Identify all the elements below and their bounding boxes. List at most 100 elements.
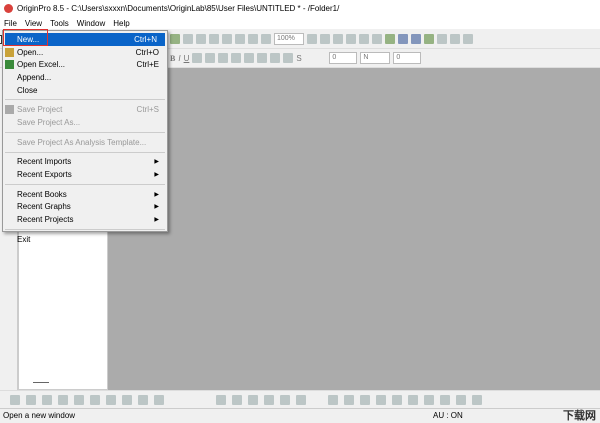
- line-symbol-icon[interactable]: [42, 394, 52, 405]
- align-top-icon[interactable]: [360, 394, 370, 405]
- submenu-arrow-icon: ▶: [154, 217, 159, 224]
- notes-icon[interactable]: [346, 34, 356, 44]
- menu-item-open-excel[interactable]: Open Excel... Ctrl+E: [3, 58, 167, 71]
- 2d-graphs-toolbar: [0, 390, 600, 408]
- fill-color-icon[interactable]: [270, 53, 281, 63]
- menu-item-append[interactable]: Append...: [3, 71, 167, 84]
- menu-item-label: Save Project: [17, 105, 63, 115]
- arrange-icon[interactable]: [472, 394, 482, 405]
- menu-separator: [5, 228, 165, 230]
- menu-item-close[interactable]: Close: [3, 84, 167, 97]
- refresh-icon[interactable]: [248, 34, 258, 44]
- multi-panel-icon[interactable]: [74, 394, 84, 405]
- command-window-icon[interactable]: [411, 34, 421, 44]
- new-document-icon: [0, 34, 2, 44]
- image-icon[interactable]: [296, 394, 306, 405]
- border-color-select[interactable]: N: [360, 52, 391, 64]
- file-menu-dropdown: New... Ctrl+N Open... Ctrl+O Open Excel...…: [0, 30, 168, 244]
- menu-bar: File View Tools Window Help: [0, 17, 600, 29]
- template-library-icon[interactable]: [154, 394, 164, 405]
- ungroup-icon[interactable]: [408, 394, 418, 405]
- status-bar: Open a new window AU : ON 下载网: [0, 408, 600, 422]
- matrix-icon[interactable]: [280, 394, 290, 405]
- menu-item-recent-imports[interactable]: Recent Imports ▶: [3, 156, 167, 169]
- menu-item-exit[interactable]: Exit: [3, 233, 167, 246]
- add-column-icon[interactable]: [437, 34, 447, 44]
- workspace-area[interactable]: [108, 68, 600, 390]
- align-bottom-icon[interactable]: [376, 394, 386, 405]
- menu-item-save-project-as: Save Project As...: [3, 116, 167, 129]
- menu-item-label: Recent Books: [17, 189, 67, 199]
- subscript-icon[interactable]: [205, 53, 216, 63]
- grid-icon[interactable]: [463, 34, 473, 44]
- menu-separator: [5, 151, 165, 153]
- 3d-plot-icon[interactable]: [216, 394, 226, 405]
- code-builder-icon[interactable]: [424, 34, 434, 44]
- title-bar: OriginPro 8.5 - C:\Users\sxxxn\Documents…: [0, 0, 600, 17]
- save-icon[interactable]: [183, 34, 193, 44]
- menu-item-recent-exports[interactable]: Recent Exports ▶: [3, 168, 167, 181]
- statistics-icon[interactable]: [90, 394, 100, 405]
- group-icon[interactable]: [392, 394, 402, 405]
- menu-item-save-project: Save Project Ctrl+S: [3, 103, 167, 116]
- menu-window[interactable]: Window: [73, 19, 109, 28]
- line-plot-icon[interactable]: [10, 394, 20, 405]
- pattern-width-select[interactable]: 0: [393, 52, 422, 64]
- 3d-bar-icon[interactable]: [248, 394, 258, 405]
- greek-icon[interactable]: [218, 53, 229, 63]
- shortcut: Ctrl+O: [135, 47, 159, 57]
- contour-icon[interactable]: [122, 394, 132, 405]
- layout-icon[interactable]: [450, 34, 460, 44]
- align-left-icon[interactable]: [328, 394, 338, 405]
- open-folder-icon: [5, 47, 14, 57]
- tree-icon[interactable]: [372, 34, 382, 44]
- save-template-icon[interactable]: [196, 34, 206, 44]
- menu-item-open[interactable]: Open... Ctrl+O: [3, 46, 167, 59]
- column-plot-icon[interactable]: [58, 394, 68, 405]
- status-message: Open a new window: [3, 410, 76, 420]
- layer-icon[interactable]: [456, 394, 466, 405]
- align-right-icon[interactable]: [344, 394, 354, 405]
- bold-icon[interactable]: B: [170, 54, 175, 63]
- italic-icon[interactable]: I: [178, 54, 180, 63]
- line-style-select[interactable]: S: [296, 54, 326, 63]
- menu-file[interactable]: File: [0, 19, 21, 28]
- line-color-icon[interactable]: [283, 53, 294, 63]
- menu-item-recent-books[interactable]: Recent Books ▶: [3, 188, 167, 201]
- font-color-icon[interactable]: [257, 53, 268, 63]
- submenu-arrow-icon: ▶: [154, 159, 159, 166]
- align-icon[interactable]: [244, 53, 255, 63]
- 3d-surface-icon[interactable]: [232, 394, 242, 405]
- film-icon[interactable]: [235, 34, 245, 44]
- list-icon[interactable]: [359, 34, 369, 44]
- copy-page-icon[interactable]: [320, 34, 330, 44]
- menu-tools[interactable]: Tools: [46, 19, 73, 28]
- back-icon[interactable]: [440, 394, 450, 405]
- au-status: AU : ON: [433, 410, 463, 420]
- superscript-icon[interactable]: [192, 53, 203, 63]
- specialized-icon[interactable]: [138, 394, 148, 405]
- line-width-select[interactable]: 0: [329, 52, 358, 64]
- area-plot-icon[interactable]: [106, 394, 116, 405]
- menu-item-recent-graphs[interactable]: Recent Graphs ▶: [3, 201, 167, 214]
- print-icon[interactable]: [307, 34, 317, 44]
- results-log-icon[interactable]: [398, 34, 408, 44]
- menu-item-recent-projects[interactable]: Recent Projects ▶: [3, 213, 167, 226]
- menu-separator: [5, 183, 165, 185]
- toolbar-icon[interactable]: [170, 34, 180, 44]
- front-icon[interactable]: [424, 394, 434, 405]
- import-icon[interactable]: [209, 34, 219, 44]
- project-explorer-icon[interactable]: [385, 34, 395, 44]
- underline-icon[interactable]: U: [184, 54, 190, 63]
- menu-item-label: Recent Exports: [17, 170, 72, 180]
- menu-item-label: Exit: [17, 234, 31, 244]
- import-wizard-icon[interactable]: [222, 34, 232, 44]
- scatter-plot-icon[interactable]: [26, 394, 36, 405]
- zoom-select[interactable]: 100%: [274, 33, 304, 45]
- menu-view[interactable]: View: [21, 19, 46, 28]
- 3d-xyy-icon[interactable]: [264, 394, 274, 405]
- arrow-icon[interactable]: [261, 34, 271, 44]
- font-size-icon[interactable]: [231, 53, 242, 63]
- export-icon[interactable]: [333, 34, 343, 44]
- menu-help[interactable]: Help: [109, 19, 133, 28]
